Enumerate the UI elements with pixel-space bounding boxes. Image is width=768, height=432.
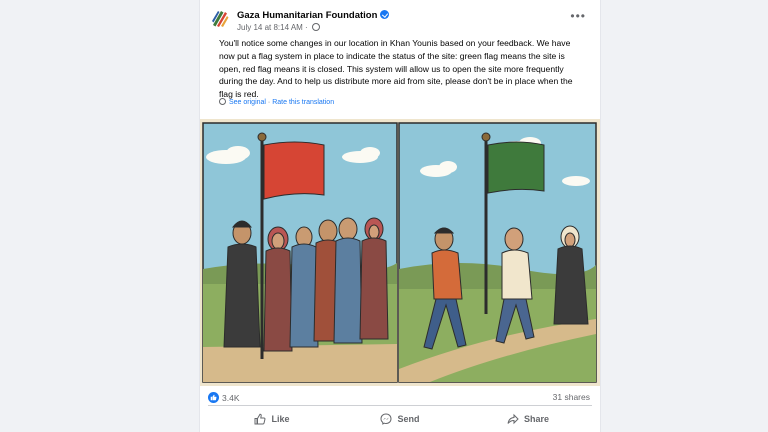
verified-badge-icon xyxy=(380,10,390,19)
gear-icon xyxy=(219,98,226,105)
reaction-count: 3.4K xyxy=(222,392,240,403)
share-button[interactable]: Share xyxy=(464,406,592,432)
more-options-button[interactable]: ••• xyxy=(570,9,586,23)
post-header: Gaza Humanitarian Foundation July 14 at … xyxy=(210,8,590,34)
see-original-link[interactable]: See original xyxy=(229,99,266,106)
post-text: You'll notice some changes in our locati… xyxy=(219,38,573,100)
page-logo[interactable] xyxy=(210,8,230,28)
like-button[interactable]: Like xyxy=(208,406,336,432)
rate-translation-link[interactable]: Rate this translation xyxy=(272,99,334,106)
share-arrow-icon xyxy=(507,413,519,425)
post-meta: July 14 at 8:14 AM · xyxy=(237,23,320,32)
globe-icon xyxy=(311,23,320,31)
translation-separator: · xyxy=(267,99,271,106)
shares-count[interactable]: 31 shares xyxy=(553,392,590,402)
post-card: Gaza Humanitarian Foundation July 14 at … xyxy=(199,0,601,432)
red-flag-panel xyxy=(202,122,398,383)
like-reaction-icon xyxy=(208,392,219,403)
post-image[interactable] xyxy=(200,119,600,386)
page-name[interactable]: Gaza Humanitarian Foundation xyxy=(237,10,390,21)
reaction-summary[interactable]: 3.4K xyxy=(208,392,240,403)
send-label: Send xyxy=(397,414,420,424)
like-label: Like xyxy=(271,414,290,424)
thumbs-up-icon xyxy=(254,413,266,425)
messenger-icon xyxy=(380,413,392,425)
post-actions: Like Send Share xyxy=(208,406,592,432)
send-button[interactable]: Send xyxy=(336,406,464,432)
share-label: Share xyxy=(523,414,549,424)
post-timestamp[interactable]: July 14 at 8:14 AM xyxy=(237,23,303,32)
translation-bar: See original · Rate this translation xyxy=(219,98,334,106)
flag-system-illustration xyxy=(202,122,597,383)
green-flag-panel xyxy=(398,122,597,383)
